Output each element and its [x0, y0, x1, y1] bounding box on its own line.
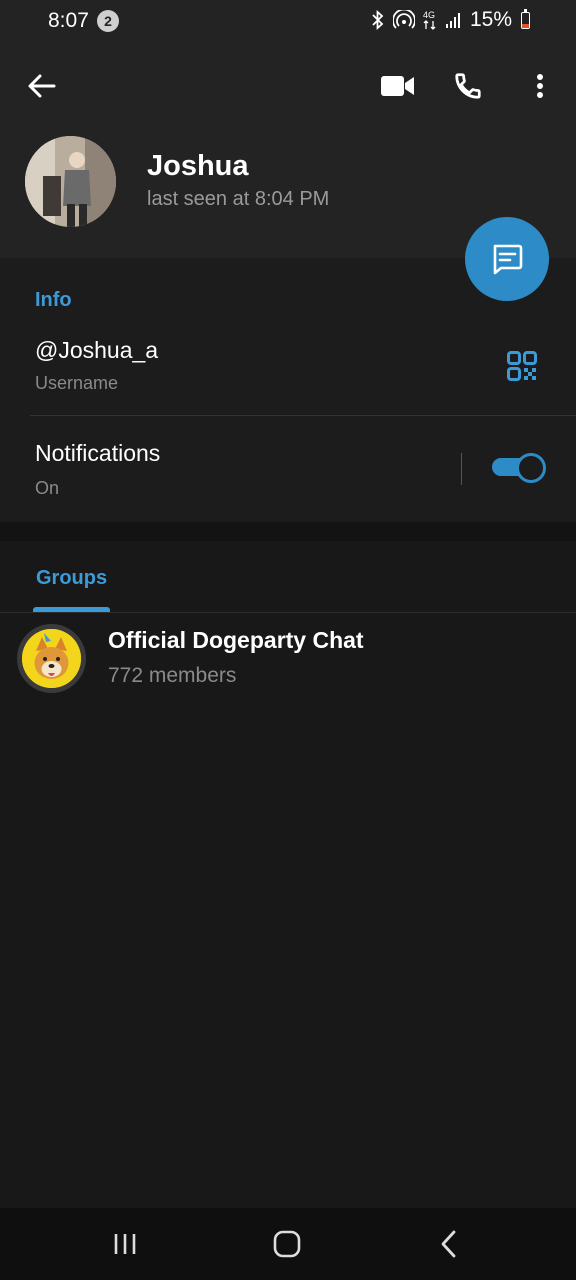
battery-icon — [521, 8, 530, 29]
network-4g-icon: 4G — [423, 10, 436, 30]
section-gap — [0, 522, 576, 541]
group-member-count: 772 members — [108, 664, 237, 687]
doge-avatar-image — [22, 629, 81, 688]
recent-apps-button[interactable] — [100, 1222, 150, 1266]
avatar-photo — [25, 136, 116, 227]
qr-code-icon — [507, 351, 537, 381]
message-icon — [493, 244, 523, 275]
back-arrow-icon — [28, 74, 56, 98]
username-label: Username — [35, 373, 119, 393]
back-button[interactable] — [22, 66, 62, 106]
back-nav-icon — [441, 1230, 456, 1258]
notifications-state: On — [35, 478, 60, 498]
video-call-icon — [381, 76, 414, 96]
battery-percentage: 15% — [469, 8, 512, 31]
more-options-button[interactable] — [520, 66, 560, 106]
notification-count-badge: 2 — [97, 10, 119, 32]
status-bar: 8:07 2 4G 15% — [0, 0, 576, 44]
group-avatar — [17, 624, 86, 693]
back-nav-button[interactable] — [424, 1222, 474, 1266]
info-divider — [30, 415, 576, 416]
signal-icon — [445, 13, 460, 28]
bluetooth-icon — [372, 10, 384, 30]
tab-divider — [0, 612, 576, 613]
list-item[interactable]: Official Dogeparty Chat 772 members — [0, 615, 576, 701]
notifications-toggle[interactable] — [492, 453, 546, 483]
group-name: Official Dogeparty Chat — [108, 627, 364, 653]
system-navigation-bar — [0, 1208, 576, 1280]
svg-text:4G: 4G — [423, 10, 435, 20]
hotspot-icon — [392, 10, 415, 29]
toggle-separator — [461, 453, 462, 485]
username-row[interactable]: @Joshua_a Username — [0, 328, 576, 416]
info-section-title: Info — [35, 289, 72, 311]
recent-apps-icon — [114, 1234, 136, 1254]
status-icons: 4G 15% — [370, 8, 530, 32]
home-button[interactable] — [262, 1222, 312, 1266]
status-time: 8:07 — [48, 9, 89, 32]
profile-avatar[interactable] — [25, 136, 116, 227]
groups-section: Groups Official Dogeparty Chat 772 membe… — [0, 541, 576, 1208]
qr-code-button[interactable] — [500, 344, 544, 388]
phone-icon — [455, 73, 481, 99]
last-seen-status: last seen at 8:04 PM — [147, 188, 330, 210]
notifications-row[interactable]: Notifications On — [0, 428, 450, 508]
username-value: @Joshua_a — [35, 337, 159, 363]
send-message-button[interactable] — [465, 217, 549, 301]
more-vertical-icon — [537, 74, 543, 98]
voice-call-button[interactable] — [448, 66, 488, 106]
profile-name: Joshua — [147, 150, 249, 182]
video-call-button[interactable] — [376, 66, 420, 106]
toggle-knob — [516, 453, 546, 483]
home-icon — [273, 1230, 301, 1258]
notifications-label: Notifications — [35, 440, 161, 466]
tab-groups[interactable]: Groups — [36, 567, 107, 590]
